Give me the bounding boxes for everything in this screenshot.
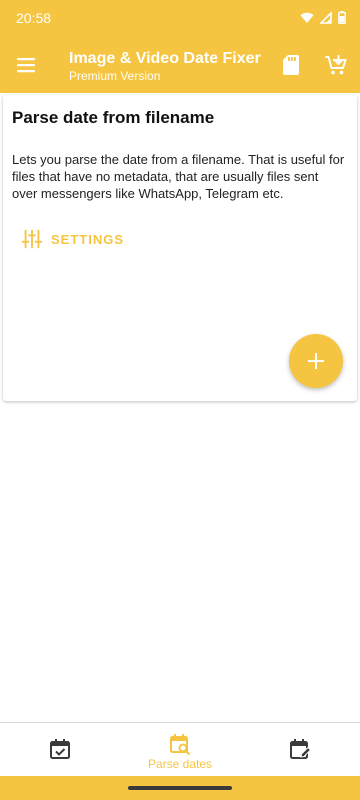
menu-icon [17, 58, 35, 73]
card-description: Lets you parse the date from a filename.… [12, 152, 345, 201]
nav-item-calendar-check[interactable] [0, 723, 120, 777]
status-bar: 20:58 [0, 0, 360, 36]
status-icons [300, 11, 346, 24]
settings-button[interactable]: SETTINGS [21, 227, 124, 251]
plus-icon [308, 353, 324, 369]
card-title: Parse date from filename [12, 108, 215, 127]
sd-card-icon [283, 55, 299, 75]
calendar-search-icon [170, 734, 191, 756]
sliders-icon [21, 229, 43, 249]
settings-label: SETTINGS [51, 231, 125, 247]
nav-item-parse-dates-label: Parse dates [147, 757, 213, 771]
app-bar: Image & Video Date Fixer Premium Version [0, 36, 360, 93]
nav-item-parse-dates[interactable]: Parse dates [120, 723, 240, 777]
nav-item-calendar-edit[interactable] [240, 723, 360, 777]
calendar-edit-icon [290, 739, 312, 759]
app-bar-titles: Image & Video Date Fixer Premium Version [69, 49, 261, 84]
battery-icon [338, 11, 346, 24]
gesture-handle[interactable] [128, 786, 232, 790]
status-time: 20:58 [16, 10, 52, 26]
wifi-icon [300, 12, 314, 23]
parse-date-card: Parse date from filename Lets you parse … [3, 95, 357, 401]
app-title: Image & Video Date Fixer [69, 50, 261, 67]
calendar-check-icon [50, 739, 70, 759]
cart-add-button[interactable] [324, 53, 348, 77]
menu-button[interactable] [14, 53, 38, 77]
bottom-navigation: Parse dates [0, 722, 360, 777]
cart-add-icon [325, 55, 347, 75]
add-fab-button[interactable] [289, 334, 343, 388]
sd-card-button[interactable] [279, 53, 303, 77]
signal-icon [320, 11, 332, 24]
gesture-bar [0, 776, 360, 800]
app-subtitle: Premium Version [69, 69, 161, 83]
